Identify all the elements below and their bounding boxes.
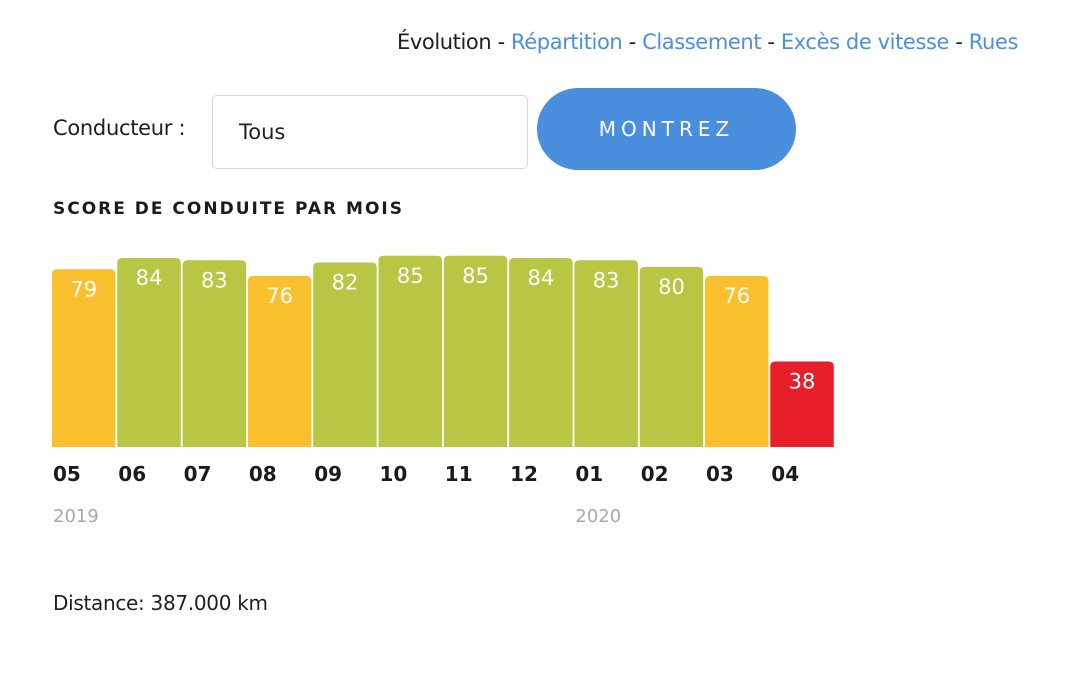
x-tick-label: 04 bbox=[771, 462, 799, 486]
x-tick-label: 06 bbox=[118, 462, 146, 486]
score-bar-chart: 79 05 84 06 83 07 76 08 82 09 85 10 85 11 84 12 83 01 80 02… bbox=[52, 255, 834, 527]
x-tick-label: 03 bbox=[706, 462, 734, 486]
distance-total: Distance: 387.000 km bbox=[53, 591, 268, 615]
x-tick-label: 08 bbox=[249, 462, 277, 486]
x-tick-label: 01 bbox=[575, 462, 603, 486]
year-label: 2020 bbox=[575, 506, 621, 527]
year-label: 2019 bbox=[53, 506, 99, 527]
bar-value-label: 38 bbox=[789, 370, 816, 394]
bar-value-label: 83 bbox=[593, 268, 620, 292]
bar-value-label: 76 bbox=[723, 284, 750, 308]
bar-value-label: 84 bbox=[136, 266, 163, 290]
x-tick-label: 11 bbox=[445, 462, 473, 486]
x-tick-label: 10 bbox=[380, 462, 408, 486]
bar-value-label: 79 bbox=[70, 277, 97, 301]
x-tick-label: 05 bbox=[53, 462, 81, 486]
x-tick-label: 09 bbox=[314, 462, 342, 486]
x-tick-label: 07 bbox=[184, 462, 212, 486]
bar-value-label: 76 bbox=[266, 284, 293, 308]
bar-value-label: 85 bbox=[397, 264, 424, 288]
bar-value-label: 82 bbox=[332, 271, 359, 295]
x-tick-label: 02 bbox=[641, 462, 669, 486]
bar-value-label: 84 bbox=[527, 266, 554, 290]
bar-value-label: 83 bbox=[201, 268, 228, 292]
bar-value-label: 85 bbox=[462, 264, 489, 288]
bar-value-label: 80 bbox=[658, 275, 685, 299]
x-tick-label: 12 bbox=[510, 462, 538, 486]
